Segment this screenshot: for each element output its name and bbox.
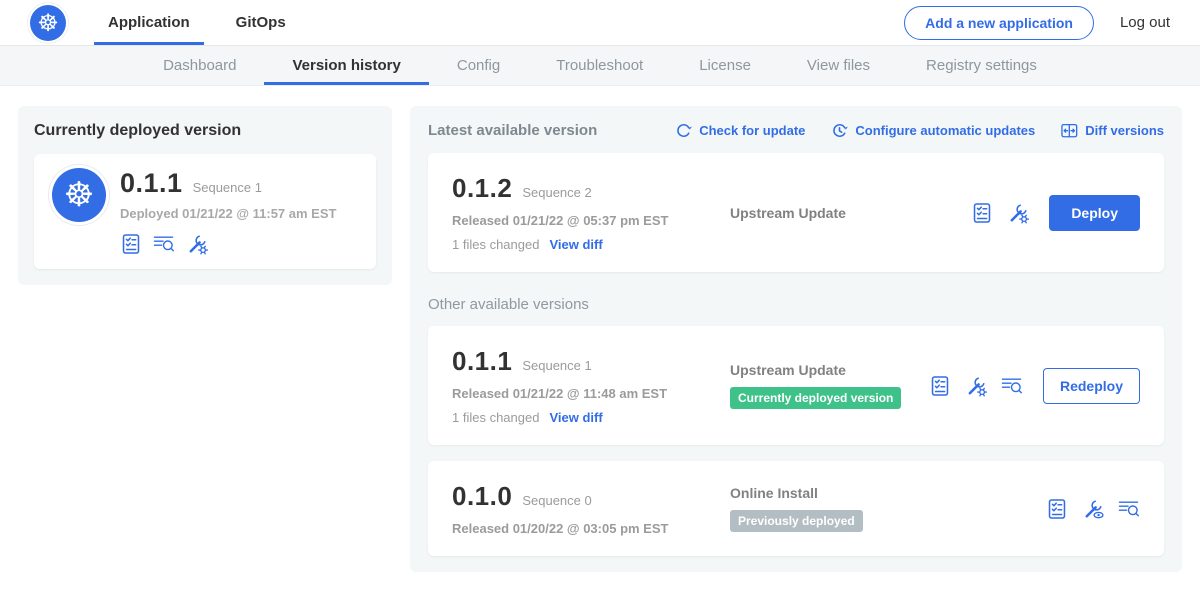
version-source: Online Install — [730, 485, 1036, 501]
files-changed-label: 1 files changed — [452, 237, 539, 252]
version-card-0-1-0: 0.1.0 Sequence 0 Released 01/20/22 @ 03:… — [428, 461, 1164, 556]
version-card-0-1-1: 0.1.1 Sequence 1 Released 01/21/22 @ 11:… — [428, 326, 1164, 445]
version-card-0-1-2: 0.1.2 Sequence 2 Released 01/21/22 @ 05:… — [428, 153, 1164, 272]
currently-deployed-panel: Currently deployed version ☸ 0.1.1 Seque… — [18, 106, 392, 285]
subtab-version-history[interactable]: Version history — [264, 46, 428, 85]
logout-button[interactable]: Log out — [1120, 14, 1170, 31]
other-versions-title: Other available versions — [428, 296, 1164, 313]
view-diff-link[interactable]: View diff — [549, 237, 602, 252]
tab-application[interactable]: Application — [94, 0, 204, 45]
config-checklist-icon[interactable] — [120, 233, 142, 255]
sequence-label: Sequence 0 — [522, 493, 591, 508]
app-header: ☸ Application GitOps Add a new applicati… — [0, 0, 1200, 46]
version-history-panel: Latest available version Check for updat… — [410, 106, 1182, 572]
add-application-button[interactable]: Add a new application — [904, 6, 1094, 40]
header-actions: Add a new application Log out — [904, 0, 1170, 45]
released-timestamp: Released 01/21/22 @ 05:37 pm EST — [452, 213, 720, 228]
configure-automatic-updates-label: Configure automatic updates — [855, 123, 1035, 138]
primary-nav: Application GitOps — [94, 0, 318, 45]
subtab-registry-settings[interactable]: Registry settings — [898, 46, 1065, 85]
deployed-timestamp: Deployed 01/21/22 @ 11:57 am EST — [120, 206, 336, 221]
version-number: 0.1.2 — [452, 173, 512, 204]
check-for-update-label: Check for update — [699, 123, 805, 138]
tab-gitops[interactable]: GitOps — [222, 0, 300, 45]
subtab-dashboard[interactable]: Dashboard — [135, 46, 264, 85]
files-changed-label: 1 files changed — [452, 410, 539, 425]
edit-config-icon[interactable] — [1007, 202, 1029, 224]
deployed-version-card: ☸ 0.1.1 Sequence 1 Deployed 01/21/22 @ 1… — [34, 154, 376, 269]
app-subnav: Dashboard Version history Config Trouble… — [0, 46, 1200, 86]
configure-automatic-updates-link[interactable]: Configure automatic updates — [831, 122, 1035, 139]
diff-versions-link[interactable]: Diff versions — [1061, 122, 1164, 139]
subtab-license[interactable]: License — [671, 46, 779, 85]
schedule-update-icon — [831, 122, 848, 139]
redeploy-button[interactable]: Redeploy — [1043, 368, 1140, 404]
diff-versions-label: Diff versions — [1085, 123, 1164, 138]
view-config-icon[interactable] — [1082, 498, 1104, 520]
main-content: Currently deployed version ☸ 0.1.1 Seque… — [0, 86, 1200, 592]
refresh-icon — [675, 122, 692, 139]
version-source: Upstream Update — [730, 362, 919, 378]
subtab-view-files[interactable]: View files — [779, 46, 898, 85]
currently-deployed-badge: Currently deployed version — [730, 387, 901, 409]
previously-deployed-badge: Previously deployed — [730, 510, 863, 532]
latest-version-title: Latest available version — [428, 122, 597, 139]
view-logs-icon[interactable] — [153, 233, 175, 255]
diff-icon — [1061, 122, 1078, 139]
deploy-button[interactable]: Deploy — [1049, 195, 1140, 231]
config-checklist-icon[interactable] — [971, 202, 993, 224]
app-icon: ☸ — [52, 168, 106, 222]
edit-config-icon[interactable] — [965, 375, 987, 397]
sequence-label: Sequence 2 — [522, 185, 591, 200]
released-timestamp: Released 01/21/22 @ 11:48 am EST — [452, 386, 720, 401]
edit-config-icon[interactable] — [186, 233, 208, 255]
version-number: 0.1.1 — [452, 346, 512, 377]
deployed-version-number: 0.1.1 — [120, 168, 183, 199]
released-timestamp: Released 01/20/22 @ 03:05 pm EST — [452, 521, 720, 536]
view-logs-icon[interactable] — [1001, 375, 1023, 397]
config-checklist-icon[interactable] — [1046, 498, 1068, 520]
deployed-sequence-label: Sequence 1 — [193, 180, 262, 195]
version-number: 0.1.0 — [452, 481, 512, 512]
subtab-config[interactable]: Config — [429, 46, 528, 85]
view-logs-icon[interactable] — [1118, 498, 1140, 520]
version-source: Upstream Update — [730, 205, 961, 221]
view-diff-link[interactable]: View diff — [549, 410, 602, 425]
config-checklist-icon[interactable] — [929, 375, 951, 397]
subtab-troubleshoot[interactable]: Troubleshoot — [528, 46, 671, 85]
kubernetes-logo-icon: ☸ — [30, 5, 66, 41]
deployed-panel-title: Currently deployed version — [34, 122, 376, 140]
sequence-label: Sequence 1 — [522, 358, 591, 373]
check-for-update-link[interactable]: Check for update — [675, 122, 805, 139]
